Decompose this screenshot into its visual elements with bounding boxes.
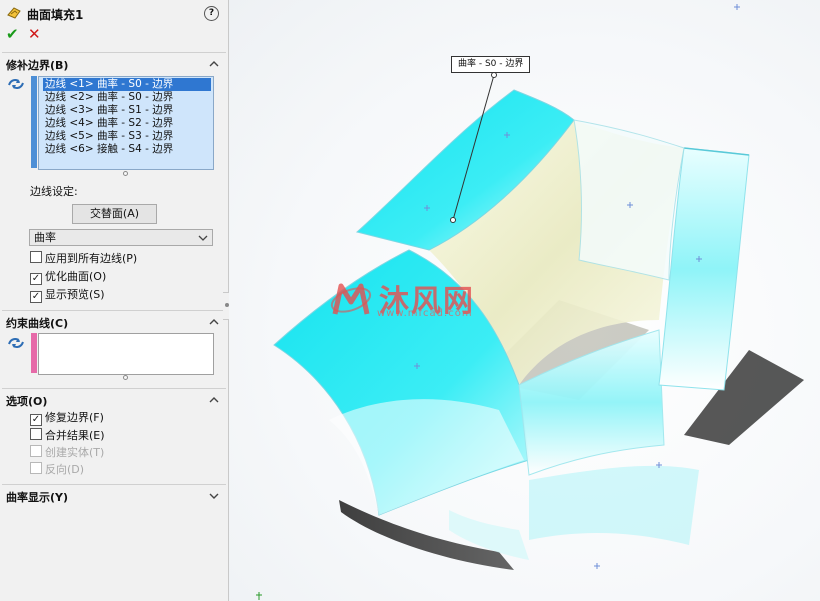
list-item[interactable]: 边线 <4> 曲率 - S2 - 边界	[43, 117, 173, 130]
model-graphics[interactable]	[229, 0, 820, 601]
options-section-title[interactable]: 选项(O)	[6, 393, 47, 409]
ok-button[interactable]: ✔	[6, 26, 19, 42]
fix-boundary-label: 修复边界(F)	[45, 411, 104, 424]
coordinate-triad-icon	[256, 592, 262, 600]
list-item[interactable]: 边线 <6> 接触 - S4 - 边界	[43, 143, 173, 156]
checkbox-unchecked[interactable]	[30, 428, 42, 440]
feature-title: 曲面填充1	[27, 8, 84, 22]
constraint-curves-section-title[interactable]: 约束曲线(C)	[6, 315, 68, 331]
show-preview-label: 显示预览(S)	[45, 288, 105, 301]
list-item[interactable]: 边线 <1> 曲率 - S0 - 边界	[43, 78, 211, 91]
apply-all-edges-checkbox[interactable]: 应用到所有边线(P)	[30, 251, 137, 265]
create-solid-label: 创建实体(T)	[45, 446, 105, 459]
graphics-viewport[interactable]: 曲率 - S0 - 边界 沐风网 www.mfcad.com	[229, 0, 820, 601]
show-preview-checkbox[interactable]: ✓ 显示预览(S)	[30, 288, 105, 303]
boundary-selection-icon	[8, 79, 24, 89]
optimize-surface-label: 优化曲面(O)	[45, 270, 107, 283]
chevron-up-icon[interactable]	[208, 58, 220, 70]
chevron-up-icon[interactable]	[208, 394, 220, 406]
callout-anchor-point	[491, 72, 497, 78]
chevron-down-icon	[198, 235, 208, 241]
watermark-logo-icon	[330, 283, 372, 315]
watermark-url: www.mfcad.com	[377, 308, 473, 319]
help-icon[interactable]: ?	[204, 6, 219, 21]
boundary-surface-s4	[573, 119, 685, 281]
checkbox-checked[interactable]: ✓	[30, 291, 42, 303]
property-manager-panel: 曲面填充1 ? ✔ ✕ 修补边界(B) 边线 <1> 曲率 - S0 - 边界 …	[0, 0, 233, 601]
constraint-curve-selection-icon	[8, 338, 24, 348]
merge-result-checkbox[interactable]: 合并结果(E)	[30, 428, 105, 442]
create-solid-checkbox: 创建实体(T)	[30, 445, 104, 459]
edge-condition-value: 曲率	[34, 231, 56, 244]
curvature-display-section-title[interactable]: 曲率显示(Y)	[6, 489, 68, 505]
cancel-button[interactable]: ✕	[28, 26, 41, 42]
selection-color-bar	[31, 333, 37, 373]
reflection-shape	[529, 465, 699, 545]
checkbox-disabled	[30, 445, 42, 457]
checkbox-checked[interactable]: ✓	[30, 414, 42, 426]
apply-all-edges-label: 应用到所有边线(P)	[45, 252, 138, 265]
edge-condition-select[interactable]: 曲率	[29, 229, 213, 246]
fix-boundary-checkbox[interactable]: ✓ 修复边界(F)	[30, 411, 104, 426]
boundary-callout-label[interactable]: 曲率 - S0 - 边界	[451, 56, 531, 73]
constraint-curves-list[interactable]	[38, 333, 214, 375]
merge-result-label: 合并结果(E)	[45, 429, 105, 442]
list-item[interactable]: 边线 <2> 曲率 - S0 - 边界	[43, 91, 173, 104]
edge-settings-label: 边线设定:	[30, 185, 78, 198]
reverse-checkbox: 反向(D)	[30, 462, 84, 476]
section-divider	[2, 310, 226, 311]
chevron-down-icon[interactable]	[208, 490, 220, 502]
checkbox-checked[interactable]: ✓	[30, 273, 42, 285]
selection-color-bar	[31, 76, 37, 168]
section-divider	[2, 484, 226, 485]
callout-anchor-point	[450, 217, 456, 223]
alternate-face-button[interactable]: 交替面(A)	[72, 204, 157, 224]
section-divider	[2, 52, 226, 53]
optimize-surface-checkbox[interactable]: ✓ 优化曲面(O)	[30, 270, 107, 285]
section-divider	[2, 388, 226, 389]
patch-boundary-section-title[interactable]: 修补边界(B)	[6, 57, 68, 73]
checkbox-disabled	[30, 462, 42, 474]
boundary-surface-s1-light	[329, 399, 524, 515]
checkbox-unchecked[interactable]	[30, 251, 42, 263]
chevron-up-icon[interactable]	[208, 316, 220, 328]
list-item[interactable]: 边线 <5> 曲率 - S3 - 边界	[43, 130, 173, 143]
reverse-label: 反向(D)	[45, 463, 85, 476]
list-resize-handle[interactable]	[123, 375, 128, 380]
patch-boundary-list[interactable]: 边线 <1> 曲率 - S0 - 边界 边线 <2> 曲率 - S0 - 边界 …	[38, 76, 214, 170]
list-item[interactable]: 边线 <3> 曲率 - S1 - 边界	[43, 104, 173, 117]
list-resize-handle[interactable]	[123, 171, 128, 176]
fill-surface-feature-icon	[7, 7, 21, 19]
